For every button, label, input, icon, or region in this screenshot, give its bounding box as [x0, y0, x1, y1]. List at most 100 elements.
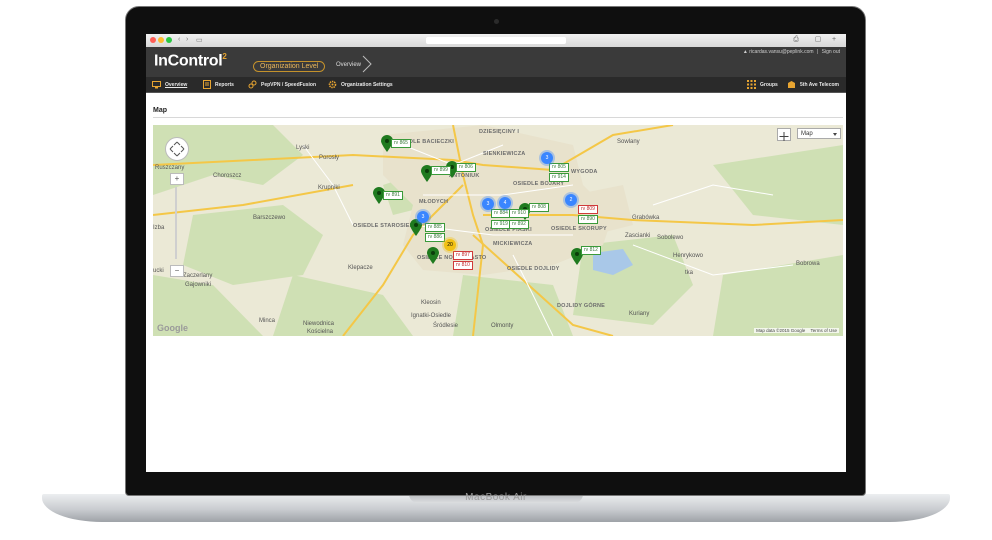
share-icon[interactable]: ⎙: [792, 36, 800, 44]
district-label: WYGODA: [571, 169, 598, 175]
place-label: Barszczewo: [253, 215, 286, 221]
forward-icon[interactable]: ›: [186, 36, 188, 43]
close-window-icon[interactable]: [150, 37, 156, 43]
menu-org-settings-label: Organization Settings: [341, 81, 393, 88]
district-label: SIENKIEWICZA: [483, 151, 526, 157]
pan-arrows-icon: [169, 141, 185, 157]
place-label: Olmonty: [491, 323, 514, 329]
device-tag-alert[interactable]: rv 809: [578, 205, 598, 214]
sidebar-icon[interactable]: ▭: [196, 36, 203, 44]
screen: ‹ › ▭ ⎙ ▢ + InControl2 Organization Leve…: [146, 34, 846, 472]
chevron-down-icon: [833, 133, 837, 136]
zoom-slider-track[interactable]: [175, 187, 177, 259]
place-label: Kuriany: [629, 311, 650, 317]
google-logo: Google: [157, 323, 188, 333]
zoom-in-button[interactable]: +: [170, 173, 184, 185]
minimize-window-icon[interactable]: [158, 37, 164, 43]
place-label: Choroszcz: [213, 173, 242, 179]
device-tag[interactable]: rv 892: [509, 220, 529, 229]
device-tag-alert[interactable]: rv 810: [453, 261, 473, 270]
level-selector[interactable]: Organization Level: [253, 61, 326, 72]
place-label: Porosły: [319, 155, 340, 161]
device-tag[interactable]: rv 865: [391, 139, 411, 148]
building-icon: [787, 80, 796, 89]
device-tag[interactable]: rv 890: [578, 215, 598, 224]
place-label: Bobrowa: [796, 261, 820, 267]
camera-icon: [494, 19, 499, 24]
device-tag[interactable]: rv 910: [509, 209, 529, 218]
user-bar: ▲ ricardas.vansu@peplink.com | Sign out: [742, 49, 840, 55]
device-tag[interactable]: rv 808: [529, 203, 549, 212]
device-tag-alert[interactable]: rv 897: [453, 251, 473, 260]
marker-cluster[interactable]: 3: [541, 152, 553, 164]
menu-org-settings[interactable]: Organization Settings: [328, 77, 393, 92]
back-icon[interactable]: ‹: [178, 36, 180, 43]
menu-reports[interactable]: Reports: [202, 77, 234, 92]
place-label: ucki: [153, 268, 164, 274]
map-panel[interactable]: Sowlany Lyski Porosły Ruszczany Choroszc…: [153, 125, 843, 336]
page-title: Map: [153, 107, 167, 114]
link-icon: [248, 80, 257, 89]
menu-reports-label: Reports: [215, 81, 234, 88]
map-attribution: Map data ©2015 Google Terms of Use: [754, 328, 839, 333]
district-label: MICKIEWICZA: [493, 241, 533, 247]
tabs-icon[interactable]: ▢: [814, 36, 822, 44]
place-label: Kleosin: [421, 300, 441, 306]
map-pan-control[interactable]: [165, 137, 189, 161]
user-icon: ▲: [742, 49, 748, 55]
marker-cluster[interactable]: 4: [499, 197, 511, 209]
device-tag[interactable]: rv 805: [549, 163, 569, 172]
marker-cluster[interactable]: 3: [482, 198, 494, 210]
place-label: tka: [685, 270, 694, 276]
grid-icon: [747, 80, 756, 89]
district-label: DZIESIĘCINY I: [479, 129, 520, 135]
place-label: Henrykowo: [673, 253, 704, 259]
menu-organization-label: 5th Ave Telecom: [800, 81, 839, 88]
district-label: DOJLIDY GÓRNE: [557, 303, 606, 309]
terms-of-use-link[interactable]: Terms of Use: [810, 328, 837, 333]
place-label: Ignatki-Osiedle: [411, 313, 452, 319]
device-tag[interactable]: rv 891: [383, 191, 403, 200]
place-label: Grabówka: [632, 215, 660, 221]
device-tag[interactable]: rv 884: [491, 209, 511, 218]
place-label: Minca: [259, 318, 276, 324]
district-label: OSIEDLE SKORUPY: [551, 226, 607, 232]
fullscreen-button[interactable]: [777, 128, 791, 141]
menu-pepvpn[interactable]: PepVPN / SpeedFusion: [248, 77, 316, 92]
user-email[interactable]: ricardas.vansu@peplink.com: [749, 49, 813, 55]
place-label: Kościelna: [307, 329, 334, 335]
menu-groups[interactable]: Groups: [747, 77, 778, 92]
device-tag[interactable]: rv 806: [456, 163, 476, 172]
menu-organization[interactable]: 5th Ave Telecom: [787, 77, 839, 92]
marker-cluster[interactable]: 3: [417, 211, 429, 223]
device-tag[interactable]: rv 886: [425, 233, 445, 242]
device-tag[interactable]: rv 812: [581, 246, 601, 255]
gear-icon: [328, 80, 337, 89]
device-tag[interactable]: rv 885: [425, 223, 445, 232]
new-tab-icon[interactable]: +: [830, 36, 838, 44]
map-type-value: Map: [801, 131, 813, 137]
marker-cluster[interactable]: 2: [565, 194, 577, 206]
marker-cluster[interactable]: 20: [444, 239, 456, 251]
device-brand: MacBook Air: [465, 492, 527, 503]
place-label: Sowlany: [617, 139, 640, 145]
place-label: Niewodnica: [303, 321, 335, 327]
browser-chrome: ‹ › ▭ ⎙ ▢ +: [146, 34, 846, 48]
place-label: Izba: [153, 225, 165, 231]
app-logo[interactable]: InControl2: [154, 52, 227, 70]
breadcrumb-overview[interactable]: Overview: [336, 62, 361, 68]
menu-overview[interactable]: Overview: [152, 77, 187, 92]
device-tag[interactable]: rv 914: [549, 173, 569, 182]
device-tag[interactable]: rv 919: [491, 220, 511, 229]
maximize-window-icon[interactable]: [166, 37, 172, 43]
sign-out-link[interactable]: Sign out: [822, 49, 840, 55]
place-label: Klepacze: [348, 265, 373, 271]
address-bar[interactable]: [426, 37, 566, 44]
main-menu: Overview Reports PepVPN / SpeedFusion Or…: [146, 77, 846, 93]
place-label: Zaczerlany: [183, 273, 213, 279]
zoom-out-button[interactable]: −: [170, 265, 184, 277]
menu-overview-label: Overview: [165, 81, 188, 88]
device-tag[interactable]: rv 899: [431, 166, 451, 175]
marker-pin-icon[interactable]: [427, 247, 439, 264]
map-type-select[interactable]: Map: [797, 128, 841, 139]
